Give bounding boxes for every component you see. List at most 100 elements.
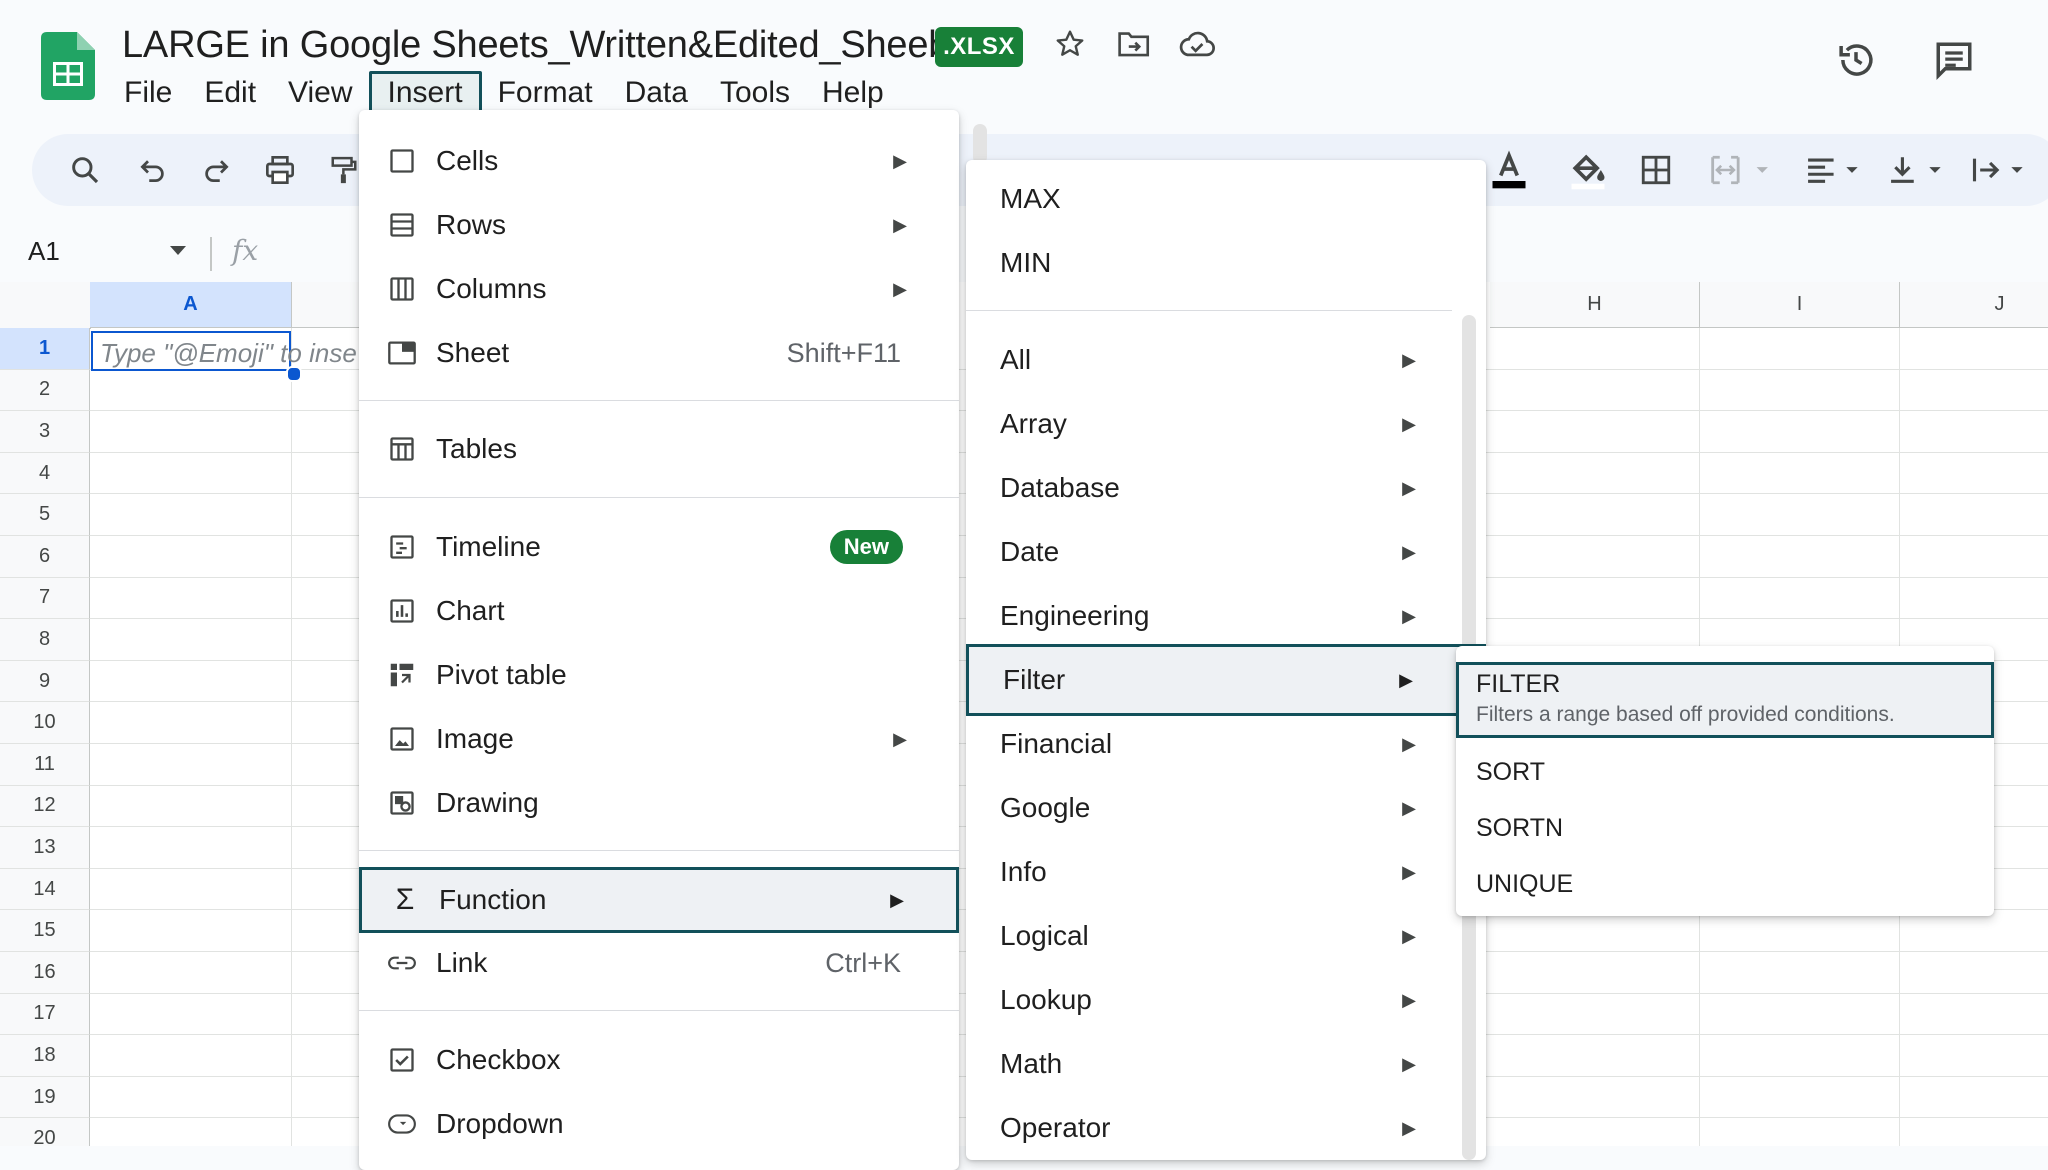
function-category-math[interactable]: Math ▶ <box>966 1034 1486 1094</box>
insert-columns-item[interactable]: Columns ▶ <box>359 259 959 319</box>
row-header[interactable]: 18 <box>0 1035 90 1077</box>
function-sortn-item[interactable]: SORTN <box>1456 800 1994 852</box>
horizontal-align-icon[interactable] <box>1800 148 1870 192</box>
insert-pivot-table-item[interactable]: Pivot table <box>359 645 959 705</box>
column-header-i[interactable]: I <box>1700 282 1900 328</box>
insert-menu: Cells ▶ Rows ▶ Columns ▶ Sheet Shift+F11… <box>359 110 987 1170</box>
row-header[interactable]: 9 <box>0 660 90 703</box>
move-to-folder-icon[interactable] <box>1114 24 1154 64</box>
function-filter-item[interactable]: FILTER Filters a range based off provide… <box>1456 662 1994 738</box>
menu-format[interactable]: Format <box>482 71 609 115</box>
sheets-logo-icon[interactable] <box>41 32 95 100</box>
menu-item-label: Date <box>1000 536 1060 567</box>
undo-icon[interactable] <box>131 148 175 192</box>
function-category-lookup[interactable]: Lookup ▶ <box>966 970 1486 1030</box>
function-category-info[interactable]: Info ▶ <box>966 842 1486 902</box>
menu-item-label: Checkbox <box>436 1044 561 1075</box>
row-header[interactable]: 7 <box>0 577 90 620</box>
text-color-icon[interactable] <box>1487 148 1531 192</box>
function-category-operator[interactable]: Operator ▶ <box>966 1098 1486 1158</box>
function-category-engineering[interactable]: Engineering ▶ <box>966 586 1486 646</box>
row-header[interactable]: 10 <box>0 702 90 744</box>
function-max-item[interactable]: MAX <box>966 169 1486 229</box>
row-header[interactable]: 5 <box>0 494 90 536</box>
document-title[interactable]: LARGE in Google Sheets_Written&Edited_Sh… <box>122 24 970 67</box>
cloud-saved-icon[interactable] <box>1177 24 1217 64</box>
menu-item-label: Timeline <box>436 531 541 562</box>
column-header-j[interactable]: J <box>1900 282 2048 328</box>
fill-handle[interactable] <box>286 366 302 382</box>
function-category-date[interactable]: Date ▶ <box>966 522 1486 582</box>
insert-chart-item[interactable]: Chart <box>359 581 959 641</box>
insert-function-item[interactable]: Σ Function ▶ <box>359 867 959 933</box>
menu-scrollbar[interactable] <box>973 124 987 164</box>
row-header[interactable]: 1 <box>0 328 90 370</box>
star-icon[interactable] <box>1050 24 1090 64</box>
row-header[interactable]: 3 <box>0 411 90 453</box>
borders-icon[interactable] <box>1634 148 1678 192</box>
menu-tools[interactable]: Tools <box>704 71 806 115</box>
menu-item-label: Rows <box>436 209 507 240</box>
row-header[interactable]: 6 <box>0 536 90 578</box>
fx-icon: fx <box>232 234 259 267</box>
function-unique-item[interactable]: UNIQUE <box>1456 856 1994 908</box>
function-name: UNIQUE <box>1476 870 1574 898</box>
select-all-corner[interactable] <box>0 282 91 329</box>
row-header[interactable]: 16 <box>0 952 90 994</box>
insert-checkbox-item[interactable]: Checkbox <box>359 1030 959 1090</box>
insert-drawing-item[interactable]: Drawing <box>359 773 959 833</box>
function-category-database[interactable]: Database ▶ <box>966 458 1486 518</box>
row-header[interactable]: 14 <box>0 868 90 911</box>
menu-item-label: Math <box>1000 1048 1063 1079</box>
row-header[interactable]: 2 <box>0 369 90 412</box>
function-category-google[interactable]: Google ▶ <box>966 778 1486 838</box>
insert-timeline-item[interactable]: Timeline New <box>359 517 959 577</box>
print-icon[interactable] <box>258 148 302 192</box>
menu-insert[interactable]: Insert <box>368 71 482 115</box>
row-header[interactable]: 11 <box>0 744 90 786</box>
redo-icon[interactable] <box>194 148 238 192</box>
search-icon[interactable] <box>63 148 107 192</box>
text-wrapping-icon[interactable] <box>1965 148 2035 192</box>
insert-rows-item[interactable]: Rows ▶ <box>359 195 959 255</box>
name-box-dropdown-icon[interactable] <box>170 246 186 256</box>
image-icon <box>387 724 417 754</box>
function-sort-item[interactable]: SORT <box>1456 744 1994 796</box>
function-min-item[interactable]: MIN <box>966 233 1486 293</box>
version-history-icon[interactable] <box>1834 38 1878 82</box>
row-header[interactable]: 4 <box>0 452 90 495</box>
menu-item-label: Image <box>436 723 514 754</box>
insert-link-item[interactable]: Link Ctrl+K <box>359 933 959 993</box>
column-header-a[interactable]: A <box>90 282 292 328</box>
row-header[interactable]: 19 <box>0 1076 90 1119</box>
insert-cells-item[interactable]: Cells ▶ <box>359 131 959 191</box>
insert-dropdown-item[interactable]: Dropdown <box>359 1094 959 1154</box>
menu-view[interactable]: View <box>272 71 368 115</box>
function-category-logical[interactable]: Logical ▶ <box>966 906 1486 966</box>
merge-cells-icon[interactable] <box>1701 148 1781 192</box>
row-header[interactable]: 12 <box>0 785 90 828</box>
sigma-icon: Σ <box>395 883 415 916</box>
fill-color-icon[interactable] <box>1566 148 1610 192</box>
menu-help[interactable]: Help <box>806 71 900 115</box>
menu-edit[interactable]: Edit <box>188 71 272 115</box>
row-header[interactable]: 20 <box>0 1118 90 1146</box>
submenu-arrow-icon: ▶ <box>1402 1117 1416 1138</box>
sheet-icon <box>387 338 417 368</box>
function-category-financial[interactable]: Financial ▶ <box>966 714 1486 774</box>
insert-image-item[interactable]: Image ▶ <box>359 709 959 769</box>
comments-icon[interactable] <box>1932 38 1976 82</box>
column-header-h[interactable]: H <box>1490 282 1700 328</box>
function-category-all[interactable]: All ▶ <box>966 330 1486 390</box>
row-header[interactable]: 13 <box>0 827 90 869</box>
vertical-align-icon[interactable] <box>1883 148 1953 192</box>
insert-sheet-item[interactable]: Sheet Shift+F11 <box>359 323 959 383</box>
row-header[interactable]: 17 <box>0 993 90 1036</box>
function-category-filter[interactable]: Filter ▶ <box>966 644 1486 716</box>
insert-tables-item[interactable]: Tables <box>359 419 959 479</box>
row-header[interactable]: 15 <box>0 910 90 952</box>
menu-data[interactable]: Data <box>609 71 704 115</box>
function-category-array[interactable]: Array ▶ <box>966 394 1486 454</box>
row-header[interactable]: 8 <box>0 619 90 661</box>
menu-file[interactable]: File <box>108 71 188 115</box>
